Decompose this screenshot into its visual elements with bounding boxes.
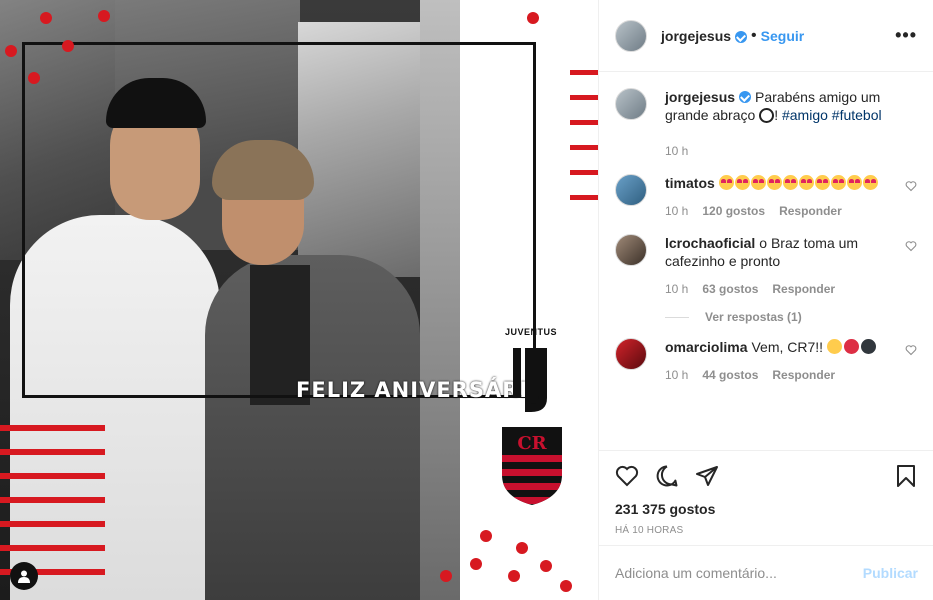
- view-replies-button[interactable]: Ver respostas (1): [665, 310, 917, 324]
- reply-button[interactable]: Responder: [772, 368, 835, 382]
- heart-eyes-emoji-icon: [798, 175, 814, 190]
- comment-text: Vem, CR7!!: [751, 339, 824, 355]
- like-comment-heart-icon[interactable]: [905, 180, 917, 192]
- comment-username[interactable]: lcrochaoficial: [665, 235, 755, 251]
- decorative-dot: [516, 542, 528, 554]
- verified-badge-icon: [739, 91, 752, 103]
- post-side-panel: jorgejesus • Seguir ••• jorgejesus Parabé…: [598, 0, 933, 600]
- heart-eyes-emoji-icon: [718, 175, 734, 190]
- decorative-dot: [470, 558, 482, 570]
- comment-time[interactable]: 10 h: [665, 368, 688, 382]
- black-circle-icon: [860, 339, 876, 354]
- comment-likes[interactable]: 63 gostos: [702, 282, 758, 296]
- flamengo-crest-icon: CR: [502, 427, 562, 505]
- verified-badge-icon: [735, 30, 748, 43]
- share-plane-icon[interactable]: [695, 464, 719, 488]
- decorative-dot: [440, 570, 452, 582]
- commenter-avatar[interactable]: [615, 234, 647, 266]
- decorative-dot: [508, 570, 520, 582]
- decorative-dot: [98, 10, 110, 22]
- publish-button[interactable]: Publicar: [863, 565, 918, 581]
- decorative-dot: [5, 45, 17, 57]
- comment-likes[interactable]: 120 gostos: [702, 204, 765, 218]
- author-avatar[interactable]: [615, 88, 647, 120]
- heart-eyes-emoji-icon: [846, 175, 862, 190]
- hashtag-link[interactable]: #amigo: [782, 107, 828, 123]
- likes-count[interactable]: 231 375 gostos: [615, 501, 918, 517]
- red-circle-icon: [843, 339, 859, 354]
- heart-eyes-emoji-icon: [766, 175, 782, 190]
- comment-input[interactable]: [615, 565, 863, 581]
- comment-item: omarciolima Vem, CR7!! 10 h 44 gostos Respo…: [615, 338, 917, 384]
- reply-button[interactable]: Responder: [779, 204, 842, 218]
- post-actions: 231 375 gostos HÁ 10 HORAS: [599, 450, 933, 536]
- caption-username[interactable]: jorgejesus: [665, 89, 735, 105]
- decorative-dot: [40, 12, 52, 24]
- comment-bubble-icon[interactable]: [655, 464, 679, 488]
- post-photo[interactable]: FELIZ ANIVERSÁRIO JUVENTUS CR: [0, 0, 598, 600]
- heart-eyes-emoji-icon: [734, 175, 750, 190]
- post-header: jorgejesus • Seguir •••: [599, 0, 933, 72]
- follow-button[interactable]: Seguir: [761, 28, 805, 44]
- juventus-logo-icon: [513, 348, 547, 412]
- decorative-dot: [540, 560, 552, 572]
- bookmark-icon[interactable]: [894, 464, 918, 488]
- caption-text-end: !: [774, 107, 779, 123]
- svg-text:CR: CR: [517, 433, 547, 454]
- laughing-emoji-icon: [826, 339, 842, 354]
- hashtag-link[interactable]: #futebol: [832, 107, 882, 123]
- soccer-ball-icon: [759, 108, 775, 123]
- comment-likes[interactable]: 44 gostos: [702, 368, 758, 382]
- like-heart-icon[interactable]: [615, 464, 639, 488]
- heart-eyes-emoji-icon: [750, 175, 766, 190]
- add-comment-bar: Publicar: [599, 545, 933, 600]
- comment-item: lcrochaoficial o Braz toma um cafezinho e…: [615, 234, 917, 298]
- caption: jorgejesus Parabéns amigo um grande abraç…: [615, 88, 917, 160]
- heart-eyes-emoji-icon: [782, 175, 798, 190]
- commenter-avatar[interactable]: [615, 174, 647, 206]
- comments-list[interactable]: jorgejesus Parabéns amigo um grande abraç…: [599, 72, 933, 450]
- author-avatar[interactable]: [615, 19, 647, 52]
- comment-time[interactable]: 10 h: [665, 282, 688, 296]
- decorative-dot: [28, 72, 40, 84]
- heart-eyes-emoji-icon: [830, 175, 846, 190]
- decorative-dot: [480, 530, 492, 542]
- separator: •: [751, 26, 757, 44]
- comment-emojis: [718, 175, 879, 191]
- like-comment-heart-icon[interactable]: [905, 240, 917, 252]
- decorative-frame: [22, 42, 536, 398]
- heart-eyes-emoji-icon: [862, 175, 878, 190]
- decorative-dot: [62, 40, 74, 52]
- decorative-stripes: [570, 70, 598, 220]
- author-username[interactable]: jorgejesus: [661, 28, 731, 44]
- decorative-dot: [560, 580, 572, 592]
- caption-time[interactable]: 10 h: [665, 144, 688, 158]
- heart-eyes-emoji-icon: [814, 175, 830, 190]
- ellipsis-icon[interactable]: •••: [895, 25, 917, 46]
- comment-item: timatos 10 h 120 gostos Responder: [615, 174, 917, 220]
- like-comment-heart-icon[interactable]: [905, 344, 917, 356]
- comment-username[interactable]: timatos: [665, 175, 715, 191]
- comment-time[interactable]: 10 h: [665, 204, 688, 218]
- decorative-dot: [527, 12, 539, 24]
- commenter-avatar[interactable]: [615, 338, 647, 370]
- post-time[interactable]: HÁ 10 HORAS: [615, 525, 918, 536]
- user-tag-icon[interactable]: [10, 562, 38, 590]
- comment-username[interactable]: omarciolima: [665, 339, 747, 355]
- reply-button[interactable]: Responder: [772, 282, 835, 296]
